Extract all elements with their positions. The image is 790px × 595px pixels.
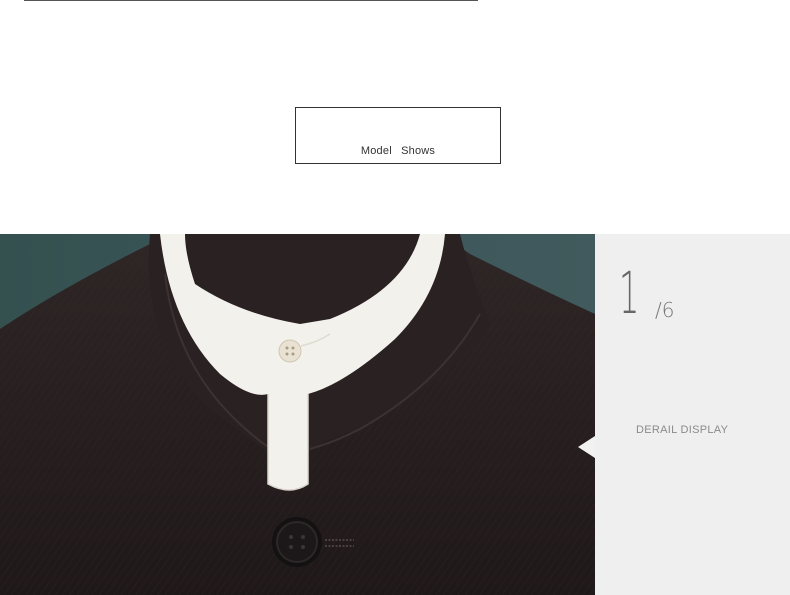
gallery-side-panel: 1 /6 DERAIL DISPLAY xyxy=(595,234,790,595)
section-title: Model Shows xyxy=(360,145,436,157)
section-title-box: Model Shows xyxy=(295,107,501,164)
product-photo xyxy=(0,234,595,595)
slide-total: /6 xyxy=(655,298,675,322)
panel-pointer-arrow xyxy=(578,436,595,458)
slide-current: 1 xyxy=(619,259,640,327)
jacket-collar-illustration xyxy=(0,234,595,595)
detail-display-label: DERAIL DISPLAY xyxy=(636,424,729,436)
top-divider xyxy=(24,0,478,1)
slide-counter: 1 /6 xyxy=(619,259,674,327)
